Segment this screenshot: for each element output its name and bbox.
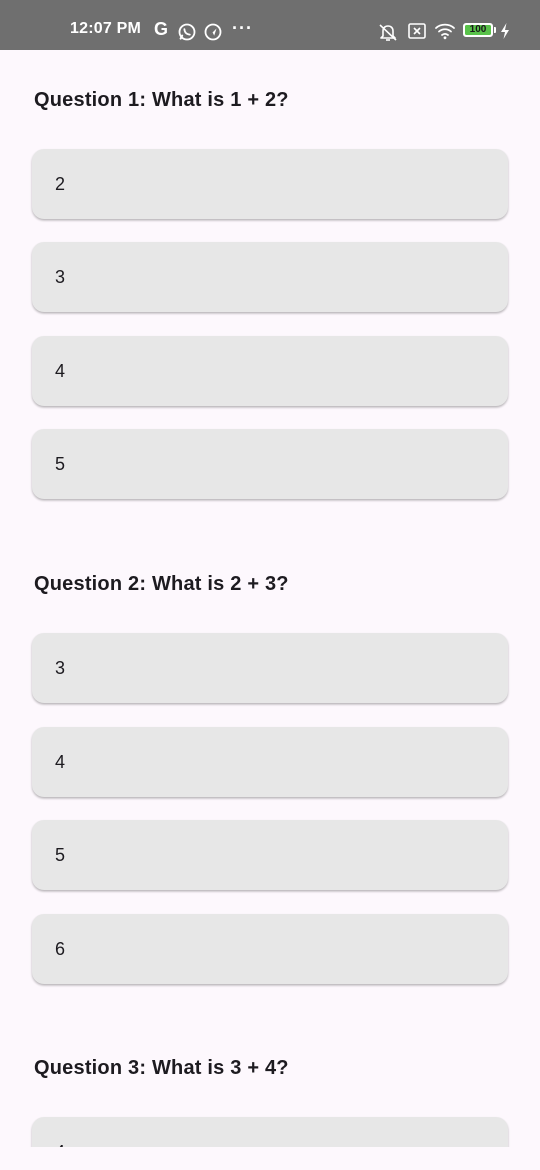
answer-option-label: 5 — [55, 454, 66, 474]
answer-option[interactable]: 4 — [32, 336, 508, 406]
answer-option[interactable]: 6 — [32, 914, 508, 984]
answer-option[interactable]: 5 — [32, 820, 508, 890]
quiz-list[interactable]: Question 1: What is 1 + 2? 2 3 4 5 Quest… — [0, 50, 540, 1147]
answer-option-label: 4 — [55, 1142, 65, 1147]
answer-option[interactable]: 3 — [32, 633, 508, 703]
wifi-icon — [435, 23, 455, 40]
charging-bolt-icon — [501, 23, 509, 39]
answer-option[interactable]: 4 — [32, 1117, 508, 1147]
question-title: Question 2: What is 2 + 3? — [34, 573, 289, 595]
answer-option[interactable]: 2 — [32, 149, 508, 219]
question-title: Question 1: What is 1 + 2? — [34, 89, 289, 111]
whatsapp-icon — [178, 23, 196, 41]
more-notifications-icon: ··· — [232, 18, 253, 38]
answer-option-label: 4 — [55, 361, 66, 381]
sim-off-icon — [408, 23, 426, 39]
location-icon — [204, 23, 222, 41]
battery-terminal — [494, 27, 496, 33]
answer-option-label: 3 — [55, 658, 66, 678]
question-title: Question 3: What is 3 + 4? — [34, 1057, 289, 1079]
answer-option[interactable]: 3 — [32, 242, 508, 312]
answer-option-label: 2 — [55, 174, 66, 194]
question-3: Question 3: What is 3 + 4? 4 — [32, 1054, 514, 1147]
google-notification-icon: G — [154, 19, 169, 39]
alarm-off-icon — [379, 24, 397, 41]
answer-option-label: 4 — [55, 752, 66, 772]
answer-option-label: 5 — [55, 845, 66, 865]
battery-percentage: 100 — [469, 24, 487, 35]
battery-icon: 100 — [463, 23, 493, 37]
question-2: Question 2: What is 2 + 3? 3 4 5 6 — [32, 570, 514, 984]
status-bar: 12:07 PM G ··· 100 — [0, 0, 540, 50]
answer-option-label: 6 — [55, 939, 66, 959]
answer-option-label: 3 — [55, 267, 66, 287]
status-time: 12:07 PM — [70, 20, 141, 37]
question-1: Question 1: What is 1 + 2? 2 3 4 5 — [32, 86, 514, 499]
answer-option[interactable]: 5 — [32, 429, 508, 499]
answer-option[interactable]: 4 — [32, 727, 508, 797]
